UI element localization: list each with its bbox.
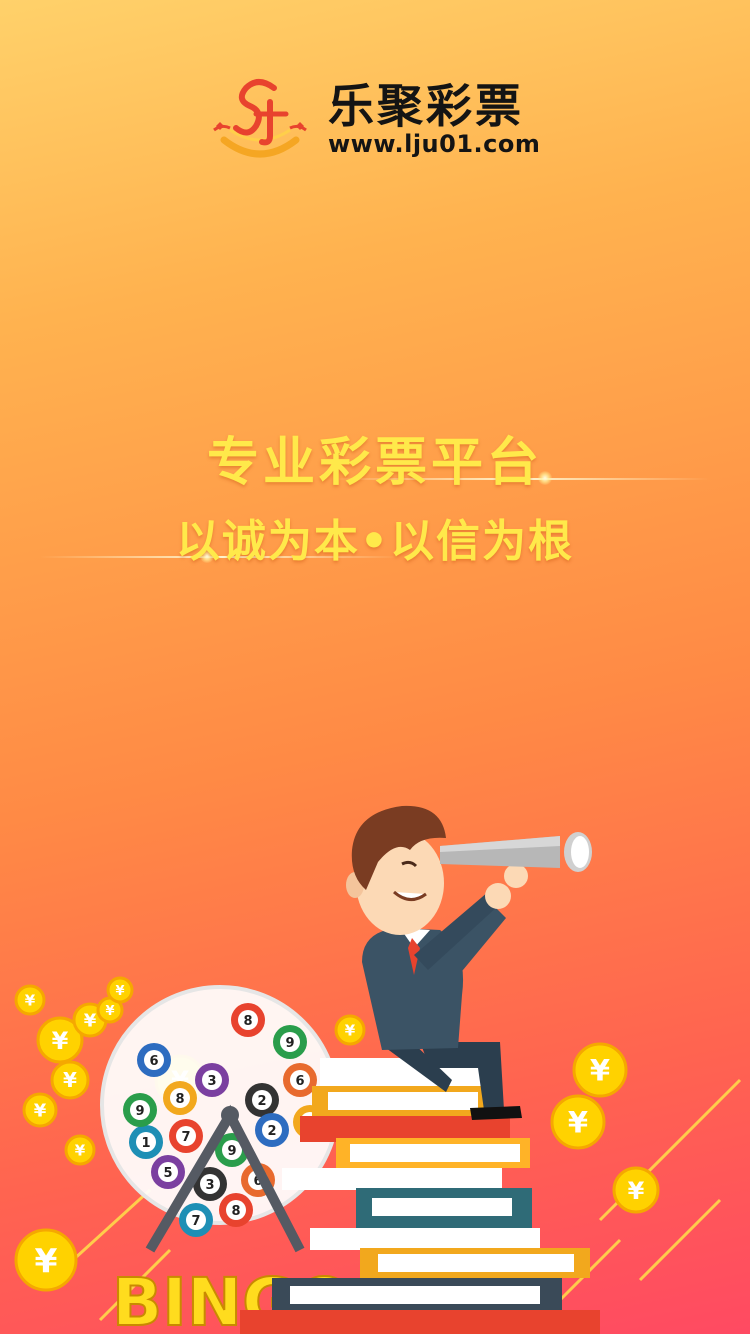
lottery-ball: 5	[151, 1155, 185, 1189]
brand-logo: 乐聚彩票 www.lju01.com	[210, 68, 560, 168]
svg-text:¥: ¥	[75, 1142, 86, 1160]
svg-text:¥: ¥	[345, 1022, 356, 1040]
svg-text:1: 1	[141, 1136, 150, 1151]
slogan-subtitle: 以诚为本•以信为根	[175, 516, 575, 567]
lottery-ball: 6	[137, 1043, 171, 1077]
svg-text:5: 5	[163, 1166, 172, 1181]
svg-text:¥: ¥	[115, 984, 124, 999]
svg-text:¥: ¥	[568, 1105, 588, 1139]
brand-name: 乐聚彩票	[328, 79, 524, 133]
svg-text:¥: ¥	[628, 1177, 645, 1205]
coin-icon: ¥	[334, 1014, 366, 1046]
coin-icon: ¥	[50, 1060, 90, 1100]
lottery-ball: 6	[283, 1063, 317, 1097]
logo-mark-icon	[213, 79, 307, 158]
lottery-ball: 1	[129, 1125, 163, 1159]
svg-text:8: 8	[243, 1014, 252, 1029]
svg-text:2: 2	[267, 1124, 276, 1139]
lottery-ball: 8	[163, 1081, 197, 1115]
svg-text:¥: ¥	[590, 1053, 610, 1087]
coin-icon: ¥	[64, 1134, 96, 1166]
slogan-title: 专业彩票平台	[206, 433, 543, 493]
svg-text:7: 7	[181, 1130, 190, 1145]
svg-text:¥: ¥	[34, 1100, 47, 1121]
svg-text:¥: ¥	[52, 1027, 69, 1055]
svg-text:9: 9	[135, 1104, 144, 1119]
svg-text:2: 2	[257, 1094, 266, 1109]
svg-text:7: 7	[191, 1214, 200, 1229]
lottery-ball: 7	[169, 1119, 203, 1153]
coin-icon: ¥	[572, 1042, 628, 1098]
lottery-ball: 2	[245, 1083, 279, 1117]
splash-screen: 乐聚彩票 www.lju01.com 专业彩票平台 以诚为本•以信为根 ¥ ¥ ¥ ¥…	[0, 0, 750, 1334]
svg-text:¥: ¥	[105, 1004, 114, 1019]
coin-icon: ¥	[612, 1166, 660, 1214]
svg-text:8: 8	[231, 1204, 240, 1219]
coin-icon: ¥	[22, 1092, 58, 1128]
svg-text:8: 8	[175, 1092, 184, 1107]
svg-text:¥: ¥	[63, 1068, 77, 1092]
lottery-ball: 9	[123, 1093, 157, 1127]
svg-text:¥: ¥	[35, 1241, 58, 1280]
lottery-ball: 8	[219, 1193, 253, 1227]
brand-url: www.lju01.com	[328, 130, 541, 158]
svg-text:6: 6	[295, 1074, 304, 1089]
svg-text:9: 9	[285, 1036, 294, 1051]
coin-icon: ¥	[14, 984, 46, 1016]
lottery-ball: 7	[179, 1203, 213, 1237]
svg-text:3: 3	[207, 1074, 216, 1089]
lottery-ball: 8	[231, 1003, 265, 1037]
coin-icon: ¥	[550, 1094, 606, 1150]
coin-icon: ¥	[14, 1228, 78, 1292]
lottery-illustration: ¥¥¥¥¥¥¥¥¥¥¥¥¥¥¥ 896832617921536789 BINGO	[14, 805, 742, 1334]
svg-text:¥: ¥	[84, 1010, 97, 1031]
svg-text:6: 6	[149, 1054, 158, 1069]
coin-icon: ¥	[106, 976, 134, 1004]
lottery-ball: 2	[255, 1113, 289, 1147]
lottery-ball: 3	[195, 1063, 229, 1097]
svg-text:¥: ¥	[25, 992, 36, 1010]
lottery-ball: 9	[273, 1025, 307, 1059]
svg-text:9: 9	[227, 1144, 236, 1159]
svg-text:3: 3	[205, 1178, 214, 1193]
